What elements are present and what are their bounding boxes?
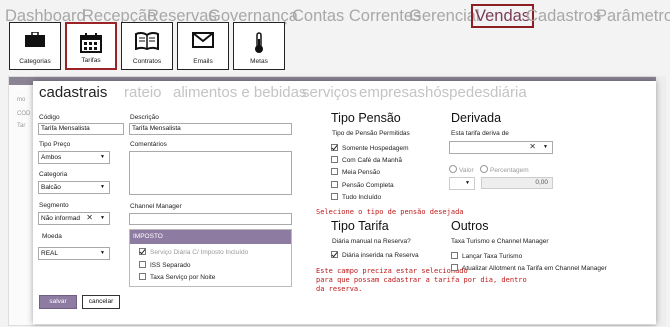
tab-alimentos-e-bebidas[interactable]: alimentos e bebidas [173,84,306,101]
channel-manager-label: Channel Manager [130,203,182,210]
comentarios-textarea[interactable] [129,151,292,195]
contratos-button[interactable]: Contratos [121,22,173,70]
ribbon-toolbar: Categorias Tarifas Contratos Emails Meta… [0,22,670,74]
emails-label: Emails [193,58,213,65]
cafe-da-manha-checkbox[interactable]: Com Café da Manhã [331,156,402,165]
chevron-down-icon: ▼ [100,184,105,190]
moeda-label: Moeda [42,233,62,240]
tarifa-dialog: cadastrais rateio alimentos e bebidas se… [33,81,656,324]
segmento-label: Segmento [39,202,69,209]
clear-icon[interactable]: ✕ [529,141,536,152]
derivada-amount-input[interactable]: 0,00 [481,177,553,189]
checkbox-box [139,261,146,268]
moeda-select[interactable]: REAL ▼ [38,247,110,260]
tarifa-note-line-2: para que possam cadastrar a tarifa por d… [316,276,527,284]
imposto-panel: IMPOSTO Serviço Diária C/ Imposto Incluí… [129,229,292,287]
somente-hospedagem-checkbox[interactable]: Somente Hospedagem [331,144,409,153]
contratos-label: Contratos [132,58,162,65]
checkbox-box [139,273,146,280]
chevron-down-icon: ▼ [543,144,548,150]
clear-icon[interactable]: ✕ [86,212,93,223]
imposto-title: IMPOSTO [130,230,291,244]
descricao-label: Descrição [130,114,159,121]
tarifas-button[interactable]: Tarifas [65,22,117,70]
tipo-pensao-subtitle: Tipo de Pensão Permitidas [332,130,410,137]
tab-servicos[interactable]: serviços [302,84,357,101]
pensao-completa-checkbox[interactable]: Pensão Completa [331,181,394,190]
briefcase-icon [25,32,45,47]
metas-label: Metas [250,58,268,65]
categorias-label: Categorias [19,58,51,65]
cancelar-button[interactable]: cancelar [82,295,120,309]
outros-subtitle: Taxa Turismo e Channel Manager [451,238,549,245]
pensao-note: Selecione o tipo de pensão desejada [316,208,464,216]
tarifas-label: Tarifas [81,57,101,64]
tipo-pensao-title: Tipo Pensão [331,111,401,125]
derivada-type-select[interactable]: ▼ [449,177,475,190]
descricao-input[interactable]: Tarifa Mensalista [129,123,292,135]
diaria-inserida-checkbox[interactable]: Diária inserida na Reserva [331,251,419,260]
tab-diaria[interactable]: diária [490,84,527,101]
background-row: Tar [17,123,26,129]
chevron-down-icon: ▼ [100,215,105,221]
tudo-incluido-checkbox[interactable]: Tudo Incluído [331,193,381,202]
salvar-button[interactable]: salvar [39,295,77,309]
outros-title: Outros [451,219,489,233]
servico-diaria-checkbox[interactable]: Serviço Diária C/ Imposto Incluído [139,248,248,257]
background-scrollbar[interactable] [656,76,666,326]
taxa-servico-checkbox[interactable]: Taxa Serviço por Noite [139,273,215,282]
codigo-input[interactable]: Tarifa Mensalista [38,123,124,135]
tab-hospedes[interactable]: hóspedes [425,84,490,101]
derivada-subtitle: Esta tarifa deriva de [451,130,509,137]
percentagem-radio[interactable]: Percentagem [480,165,529,175]
tarifa-note-line-1: Este campo preciza estar selecionado [316,267,468,275]
codigo-label: Código [39,114,60,121]
categoria-select[interactable]: Balcão ▼ [38,181,110,194]
lancar-taxa-turismo-checkbox[interactable]: Lançar Taxa Turismo [451,252,522,261]
tab-rateio[interactable]: rateio [124,84,162,101]
channel-manager-input[interactable] [129,213,292,225]
chevron-down-icon: ▼ [465,180,470,186]
tipo-tarifa-title: Tipo Tarifa [331,219,389,233]
segmento-select[interactable]: Não informad ✕ ▼ [38,212,110,225]
chevron-down-icon: ▼ [100,154,105,160]
metas-button[interactable]: Metas [233,22,285,70]
derivada-select[interactable]: ✕ ▼ [449,141,553,154]
iss-separado-checkbox[interactable]: ISS Separado [139,261,190,270]
emails-button[interactable]: Emails [177,22,229,70]
derivada-title: Derivada [451,111,502,125]
valor-radio[interactable]: Valor [449,165,474,175]
background-col: COD [17,111,31,117]
tipo-preco-label: Tipo Preço [39,141,71,148]
book-icon [135,32,159,50]
atualizar-allotment-checkbox[interactable]: Atualizar Allotment na Tarifa em Channel… [451,264,607,273]
tab-empresas[interactable]: empresas [359,84,425,101]
chevron-down-icon: ▼ [100,250,105,256]
checkbox-box [139,248,146,255]
tarifa-note-line-3: da reserva. [316,285,363,293]
meia-pensao-checkbox[interactable]: Meia Pensão [331,168,380,177]
categoria-label: Categoria [39,171,68,178]
thermometer-icon [255,32,263,53]
tipo-tarifa-subtitle: Diária manual na Reserva? [332,238,411,245]
categorias-button[interactable]: Categorias [9,22,61,70]
tipo-preco-select[interactable]: Ambos ▼ [38,151,110,164]
envelope-icon [192,32,214,48]
background-search: mo [17,97,26,103]
comentarios-label: Comentários [130,141,167,148]
tab-cadastrais[interactable]: cadastrais [39,84,107,101]
calendar-icon [80,33,102,53]
